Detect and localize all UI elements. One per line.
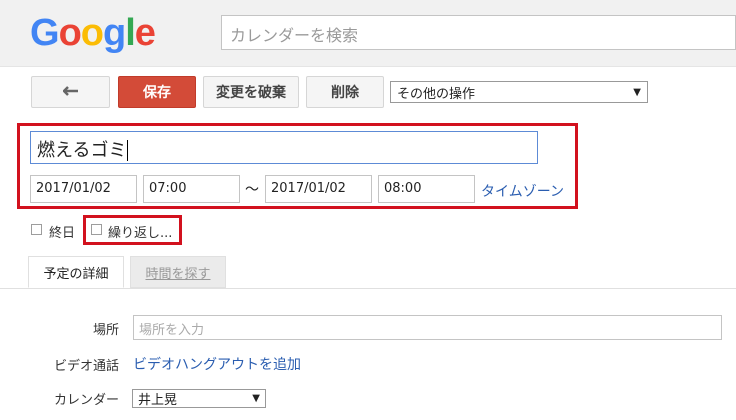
end-date-input[interactable]: 2017/01/02 (265, 175, 372, 203)
calendar-label: カレンダー (53, 393, 119, 408)
repeat-checkbox[interactable] (91, 224, 102, 235)
dropdown-arrow-icon: ▼ (252, 393, 260, 404)
date-range-separator: ～ (245, 182, 259, 198)
tab-divider (0, 288, 736, 289)
calendar-select[interactable]: 井上晃 ▼ (132, 389, 266, 408)
calendar-select-value: 井上晃 (138, 393, 178, 408)
discard-changes-button[interactable]: 変更を破棄 (203, 76, 299, 108)
delete-button[interactable]: 削除 (306, 76, 384, 108)
location-label: 場所 (92, 323, 119, 338)
add-hangout-link[interactable]: ビデオハングアウトを追加 (133, 354, 301, 374)
start-time-input[interactable]: 07:00 (143, 175, 240, 203)
back-button[interactable] (31, 76, 110, 108)
repeat-label[interactable]: 繰り返し... (108, 222, 172, 241)
more-actions-select[interactable]: その他の操作 ▼ (390, 81, 648, 103)
more-actions-value: その他の操作 (397, 86, 476, 102)
video-call-label: ビデオ通話 (53, 359, 119, 374)
calendar-search-input[interactable]: カレンダーを検索 (221, 15, 736, 50)
all-day-checkbox[interactable] (31, 224, 42, 235)
location-input[interactable]: 場所を入力 (133, 315, 722, 340)
save-button[interactable]: 保存 (118, 76, 196, 108)
tab-find-time[interactable]: 時間を探す (130, 256, 226, 288)
dropdown-arrow-icon: ▼ (633, 86, 641, 98)
timezone-link[interactable]: タイムゾーン (481, 181, 564, 201)
all-day-label: 終日 (49, 226, 76, 241)
tab-event-details[interactable]: 予定の詳細 (28, 256, 124, 288)
back-arrow-icon (61, 84, 79, 100)
event-title-text: 燃えるゴミ (37, 140, 127, 161)
start-date-input[interactable]: 2017/01/02 (30, 175, 137, 203)
google-logo[interactable]: Google (30, 12, 156, 55)
event-title-input[interactable]: 燃えるゴミ (30, 131, 538, 164)
end-time-input[interactable]: 08:00 (378, 175, 475, 203)
